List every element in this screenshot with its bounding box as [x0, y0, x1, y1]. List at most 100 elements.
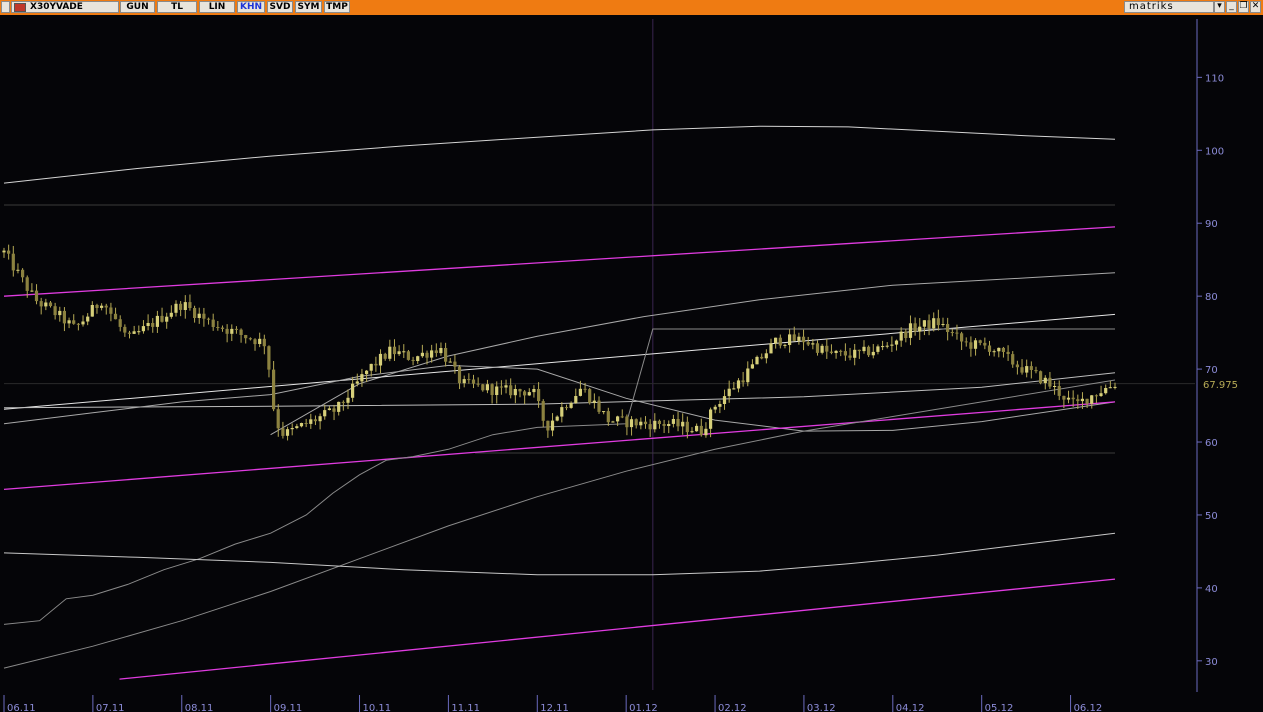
candle-body: [25, 277, 29, 291]
candle-body: [220, 327, 225, 329]
candle-body: [774, 337, 778, 344]
candle: [1039, 370, 1043, 385]
candle-body: [606, 411, 610, 423]
candle-body: [681, 421, 685, 427]
candle-body: [769, 343, 773, 354]
channel-button-khn[interactable]: KHN: [237, 1, 265, 13]
candle-body: [448, 361, 452, 363]
x-tick-label: 11.11: [451, 703, 480, 712]
y-tick-label: 100: [1205, 146, 1224, 157]
candle-body: [1062, 395, 1066, 400]
button-tmp[interactable]: TMP: [324, 1, 350, 13]
candle-body: [151, 323, 155, 327]
close-icon[interactable]: ✕: [1250, 1, 1261, 13]
candle-body: [1108, 387, 1112, 389]
candle-body: [258, 338, 262, 344]
candle-body: [1048, 377, 1052, 387]
candle-body: [434, 350, 438, 353]
candle-body: [973, 340, 978, 349]
candle-body: [332, 408, 336, 412]
candle-body: [699, 425, 703, 436]
candle-body: [253, 339, 257, 345]
button-sym[interactable]: SYM: [295, 1, 322, 13]
y-tick-label: 60: [1205, 438, 1218, 449]
minimize-icon[interactable]: _: [1226, 1, 1237, 13]
candle-body: [485, 384, 489, 391]
candle-body: [272, 369, 276, 410]
candle-body: [946, 324, 950, 332]
candle-body: [411, 359, 415, 361]
candle-body: [634, 419, 638, 426]
candle-body: [76, 323, 80, 325]
candle-body: [829, 351, 833, 353]
candle-body: [764, 353, 768, 359]
dropdown-icon[interactable]: ▾: [1214, 1, 1225, 13]
candle-body: [299, 423, 304, 427]
candle-body: [318, 416, 322, 422]
candle-body: [671, 419, 675, 424]
candle-body: [964, 341, 968, 343]
candle-body: [792, 334, 796, 341]
candle-body: [109, 307, 113, 314]
candle-body: [736, 380, 741, 389]
candle-body: [113, 313, 118, 320]
candle-body: [1071, 397, 1075, 400]
y-tick-label: 70: [1205, 365, 1218, 376]
candle-body: [216, 327, 220, 328]
candle-body: [53, 306, 57, 316]
candle-body: [1015, 364, 1019, 368]
candle-body: [741, 380, 745, 383]
candle-body: [118, 319, 122, 327]
candle-body: [843, 351, 847, 356]
candle-body: [857, 349, 861, 352]
candle-body: [30, 290, 34, 292]
candle-body: [169, 312, 173, 317]
menu-icon[interactable]: [1, 1, 10, 13]
candle-body: [48, 302, 53, 307]
candle-body: [1066, 397, 1071, 400]
candle-body: [248, 338, 252, 340]
candle-body: [755, 356, 759, 365]
candle-body: [788, 334, 792, 345]
button-svd[interactable]: SVD: [267, 1, 293, 13]
candle-body: [648, 424, 652, 430]
candle-body: [695, 425, 699, 432]
symbol-selector[interactable]: X30YVADE: [11, 1, 119, 13]
candle-body: [165, 316, 169, 322]
candle-body: [95, 305, 99, 308]
candle-body: [420, 352, 424, 357]
y-tick-label: 40: [1205, 584, 1218, 595]
chart-toolbar: X30YVADE GUN TL LIN KHN SVD SYM TMP matr…: [0, 0, 1263, 16]
candle-body: [881, 346, 885, 348]
price-chart[interactable]: 30 40 50 60 70 80 90 100 110 67.975 06.11 07.11 08.…: [0, 15, 1263, 712]
candle-body: [430, 350, 434, 358]
candle-body: [457, 366, 462, 384]
x-tick-label: 06.12: [1074, 703, 1103, 712]
x-tick-label: 03.12: [807, 703, 836, 712]
candle-body: [927, 320, 931, 329]
candle-body: [211, 319, 215, 327]
candle-body: [179, 303, 183, 310]
period-button-tl[interactable]: TL: [157, 1, 197, 13]
candle-body: [351, 383, 355, 398]
scale-button-lin[interactable]: LIN: [199, 1, 235, 13]
candle-body: [425, 352, 429, 358]
period-button-gun[interactable]: GUN: [120, 1, 155, 13]
candle-body: [597, 400, 601, 412]
candle-body: [285, 429, 290, 436]
candle-body: [323, 410, 327, 417]
candle-body: [815, 343, 820, 353]
candle-body: [490, 384, 494, 395]
candle-body: [713, 406, 717, 410]
candle-body: [1001, 347, 1005, 352]
candle-body: [867, 346, 871, 356]
candle-body: [471, 379, 476, 384]
candle-body: [206, 318, 211, 320]
restore-icon[interactable]: ❐: [1238, 1, 1249, 13]
candle-body: [918, 326, 922, 332]
candle-body: [978, 340, 982, 343]
x-tick-label: 12.11: [540, 703, 569, 712]
candle-body: [504, 385, 508, 388]
candle-body: [202, 313, 206, 319]
candle-body: [839, 350, 843, 352]
